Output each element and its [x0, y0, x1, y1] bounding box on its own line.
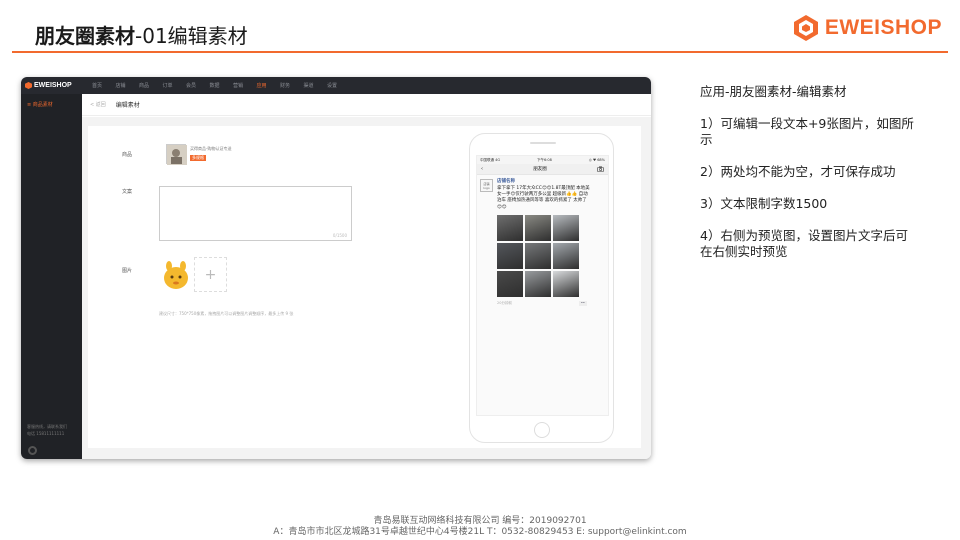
nav-item-goods[interactable]: 商品 [139, 82, 163, 89]
car-photo[interactable] [525, 242, 551, 269]
note-heading: 应用-朋友圈素材-编辑素材 [700, 84, 847, 99]
notes: 应用-朋友圈素材-编辑素材 1）可编辑一段文本+9张图片，如图所示 2）两处均不… [700, 84, 920, 276]
note-item: 2）两处均不能为空，才可保存成功 [700, 164, 896, 179]
car-photo[interactable] [497, 242, 523, 269]
sidebar-item-label: 商品素材 [32, 102, 53, 108]
uploaded-image[interactable] [159, 257, 194, 292]
status-bar: 中国联通 4G 下午6:08 ◎ ♥ 68% [477, 156, 608, 164]
phone-preview: 中国联通 4G 下午6:08 ◎ ♥ 68% ‹ 朋友圈 店铺 logo 店铺名… [469, 133, 614, 443]
camera-icon[interactable] [597, 166, 604, 172]
status-right: ◎ ♥ 68% [588, 158, 605, 162]
photo-grid [497, 214, 605, 297]
nav-item-data[interactable]: 数据 [210, 82, 234, 89]
car-photo[interactable] [525, 214, 551, 241]
app-logo-text: EWEISHOP [34, 82, 72, 89]
car-photo[interactable] [525, 270, 551, 297]
nav-item-members[interactable]: 会员 [186, 82, 210, 89]
moments-navbar: ‹ 朋友圈 [477, 164, 608, 175]
shop-name[interactable]: 店铺名称 [497, 178, 605, 184]
app-sidebar: ≡ 商品素材 客服热线，请联系我们 电话 15811111111 [21, 94, 82, 459]
nav-item-shop[interactable]: 店铺 [116, 82, 140, 89]
post-time: 20分钟前 [497, 300, 512, 305]
sticker-image-icon [159, 257, 194, 292]
back-icon[interactable]: ‹ [481, 166, 483, 172]
post-meta: 20分钟前 •• [497, 300, 587, 306]
car-photo[interactable] [553, 214, 579, 241]
image-label: 图片 [122, 268, 133, 274]
car-photo[interactable] [553, 242, 579, 269]
nav-item-settings[interactable]: 设置 [327, 82, 351, 89]
goods-image-icon [167, 145, 187, 165]
slide: 朋友圈素材-01编辑素材 EWEISHOP EWEISHOP 首页 店铺 商品 … [0, 0, 960, 540]
carrier-text: 中国联通 4G [480, 157, 501, 162]
add-image-button[interactable]: + [194, 257, 227, 292]
page-title: 编辑素材 [115, 102, 140, 109]
app-topbar: EWEISHOP 首页 店铺 商品 订单 会员 数据 营销 应用 财务 渠道 设… [21, 77, 651, 94]
sidebar-help-icon[interactable] [28, 446, 37, 455]
brand-logo: EWEISHOP [793, 14, 942, 42]
note-item: 3）文本限制字数1500 [700, 196, 828, 211]
nav-item-finance[interactable]: 财务 [280, 82, 304, 89]
text-label: 文案 [122, 189, 133, 195]
nav-item-marketing[interactable]: 营销 [233, 82, 257, 89]
app-screenshot: EWEISHOP 首页 店铺 商品 订单 会员 数据 营销 应用 财务 渠道 设… [21, 77, 651, 459]
status-time: 下午6:08 [536, 157, 552, 162]
footer-contact: A：青岛市市北区龙城路31号卓越世纪中心4号楼21L T：0532-808294… [273, 527, 687, 537]
slide-title: 朋友圈素材-01编辑素材 [35, 20, 248, 49]
car-photo[interactable] [553, 270, 579, 297]
back-link[interactable]: < 返回 [90, 101, 106, 108]
char-counter: 0/1500 [332, 233, 347, 238]
upload-hint: 建议尺寸：750*750像素，拖拽图片可以调整图片调整顺序，最多上传 9 张 [159, 311, 294, 316]
post-text: 拿下拿下 17年大众CC😊😊1.8T最顶配 本地美女一手😊仅行驶两万多公里 超级… [497, 186, 590, 210]
phone-home-button [534, 422, 550, 438]
goods-tag-badge: 多规格 [190, 155, 206, 161]
slide-title-rest: -01编辑素材 [135, 24, 248, 48]
app-logo-icon [25, 82, 32, 89]
phone-speaker [530, 142, 556, 144]
text-input[interactable]: 0/1500 [159, 186, 352, 241]
edit-form-panel: 商品 买得商品-购物认证专送 多规格 文案 0/1500 图片 + 建议尺寸：7… [88, 126, 641, 448]
slide-title-bold: 朋友圈素材 [35, 24, 135, 48]
nav-item-apps[interactable]: 应用 [257, 82, 281, 89]
nav-item-home[interactable]: 首页 [92, 82, 116, 89]
brand-name: EWEISHOP [824, 16, 942, 39]
nav-item-orders[interactable]: 订单 [163, 82, 187, 89]
moment-post: 店铺 logo 店铺名称 拿下拿下 17年大众CC😊😊1.8T最顶配 本地美女一… [477, 175, 608, 309]
sidebar-footer-line: 客服热线，请联系我们 [27, 424, 67, 429]
note-item: 4）右侧为预览图，设置图片文字后可在右侧实时预览 [700, 228, 908, 259]
avatar-line: logo [483, 185, 490, 190]
sidebar-item-goods-material[interactable]: ≡ 商品素材 [21, 94, 82, 108]
nav-item-channels[interactable]: 渠道 [304, 82, 328, 89]
moments-title: 朋友圈 [533, 167, 547, 172]
plus-icon: + [204, 266, 217, 283]
title-divider [12, 51, 948, 53]
work-area: 商品 买得商品-购物认证专送 多规格 文案 0/1500 图片 + 建议尺寸：7… [82, 117, 651, 459]
breadcrumb: < 返回 编辑素材 [82, 94, 651, 116]
app-logo[interactable]: EWEISHOP [21, 82, 82, 89]
goods-label: 商品 [122, 152, 133, 158]
eweishop-logo-icon [793, 15, 818, 41]
note-item: 1）可编辑一段文本+9张图片，如图所示 [700, 116, 914, 147]
app-nav: 首页 店铺 商品 订单 会员 数据 营销 应用 财务 渠道 设置 [92, 82, 351, 89]
more-button[interactable]: •• [578, 300, 587, 306]
shop-avatar: 店铺 logo [480, 179, 493, 192]
goods-name: 买得商品-购物认证专送 [190, 146, 232, 151]
car-photo[interactable] [497, 214, 523, 241]
moment-body: 店铺名称 拿下拿下 17年大众CC😊😊1.8T最顶配 本地美女一手😊仅行驶两万多… [497, 178, 605, 306]
car-photo[interactable] [497, 270, 523, 297]
goods-thumbnail [166, 144, 187, 165]
sidebar-footer: 客服热线，请联系我们 电话 15811111111 [27, 423, 67, 437]
sidebar-footer-line: 电话 15811111111 [27, 431, 65, 436]
phone-screen: 中国联通 4G 下午6:08 ◎ ♥ 68% ‹ 朋友圈 店铺 logo 店铺名… [476, 155, 609, 416]
